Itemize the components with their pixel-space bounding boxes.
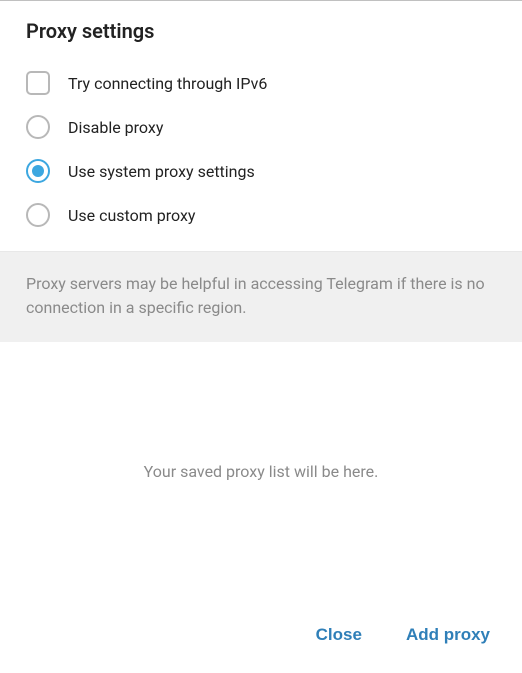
close-button[interactable]: Close: [314, 621, 364, 649]
checkbox-icon: [26, 71, 50, 95]
add-proxy-button[interactable]: Add proxy: [404, 621, 492, 649]
custom-proxy-radio-row[interactable]: Use custom proxy: [26, 193, 496, 237]
ipv6-label: Try connecting through IPv6: [68, 74, 267, 93]
proxy-options: Try connecting through IPv6 Disable prox…: [0, 53, 522, 251]
dialog-header: Proxy settings: [0, 1, 522, 53]
disable-proxy-radio-row[interactable]: Disable proxy: [26, 105, 496, 149]
radio-icon: [26, 115, 50, 139]
dialog-footer: Close Add proxy: [0, 601, 522, 673]
hint-section: Proxy servers may be helpful in accessin…: [0, 251, 522, 342]
system-proxy-label: Use system proxy settings: [68, 162, 255, 181]
empty-list-text: Your saved proxy list will be here.: [144, 462, 379, 481]
proxy-list-empty: Your saved proxy list will be here.: [0, 342, 522, 601]
radio-icon: [26, 203, 50, 227]
radio-selected-icon: [26, 159, 50, 183]
hint-text: Proxy servers may be helpful in accessin…: [26, 272, 496, 320]
ipv6-checkbox-row[interactable]: Try connecting through IPv6: [26, 61, 496, 105]
page-title: Proxy settings: [26, 19, 496, 43]
disable-proxy-label: Disable proxy: [68, 118, 163, 137]
custom-proxy-label: Use custom proxy: [68, 206, 195, 225]
system-proxy-radio-row[interactable]: Use system proxy settings: [26, 149, 496, 193]
